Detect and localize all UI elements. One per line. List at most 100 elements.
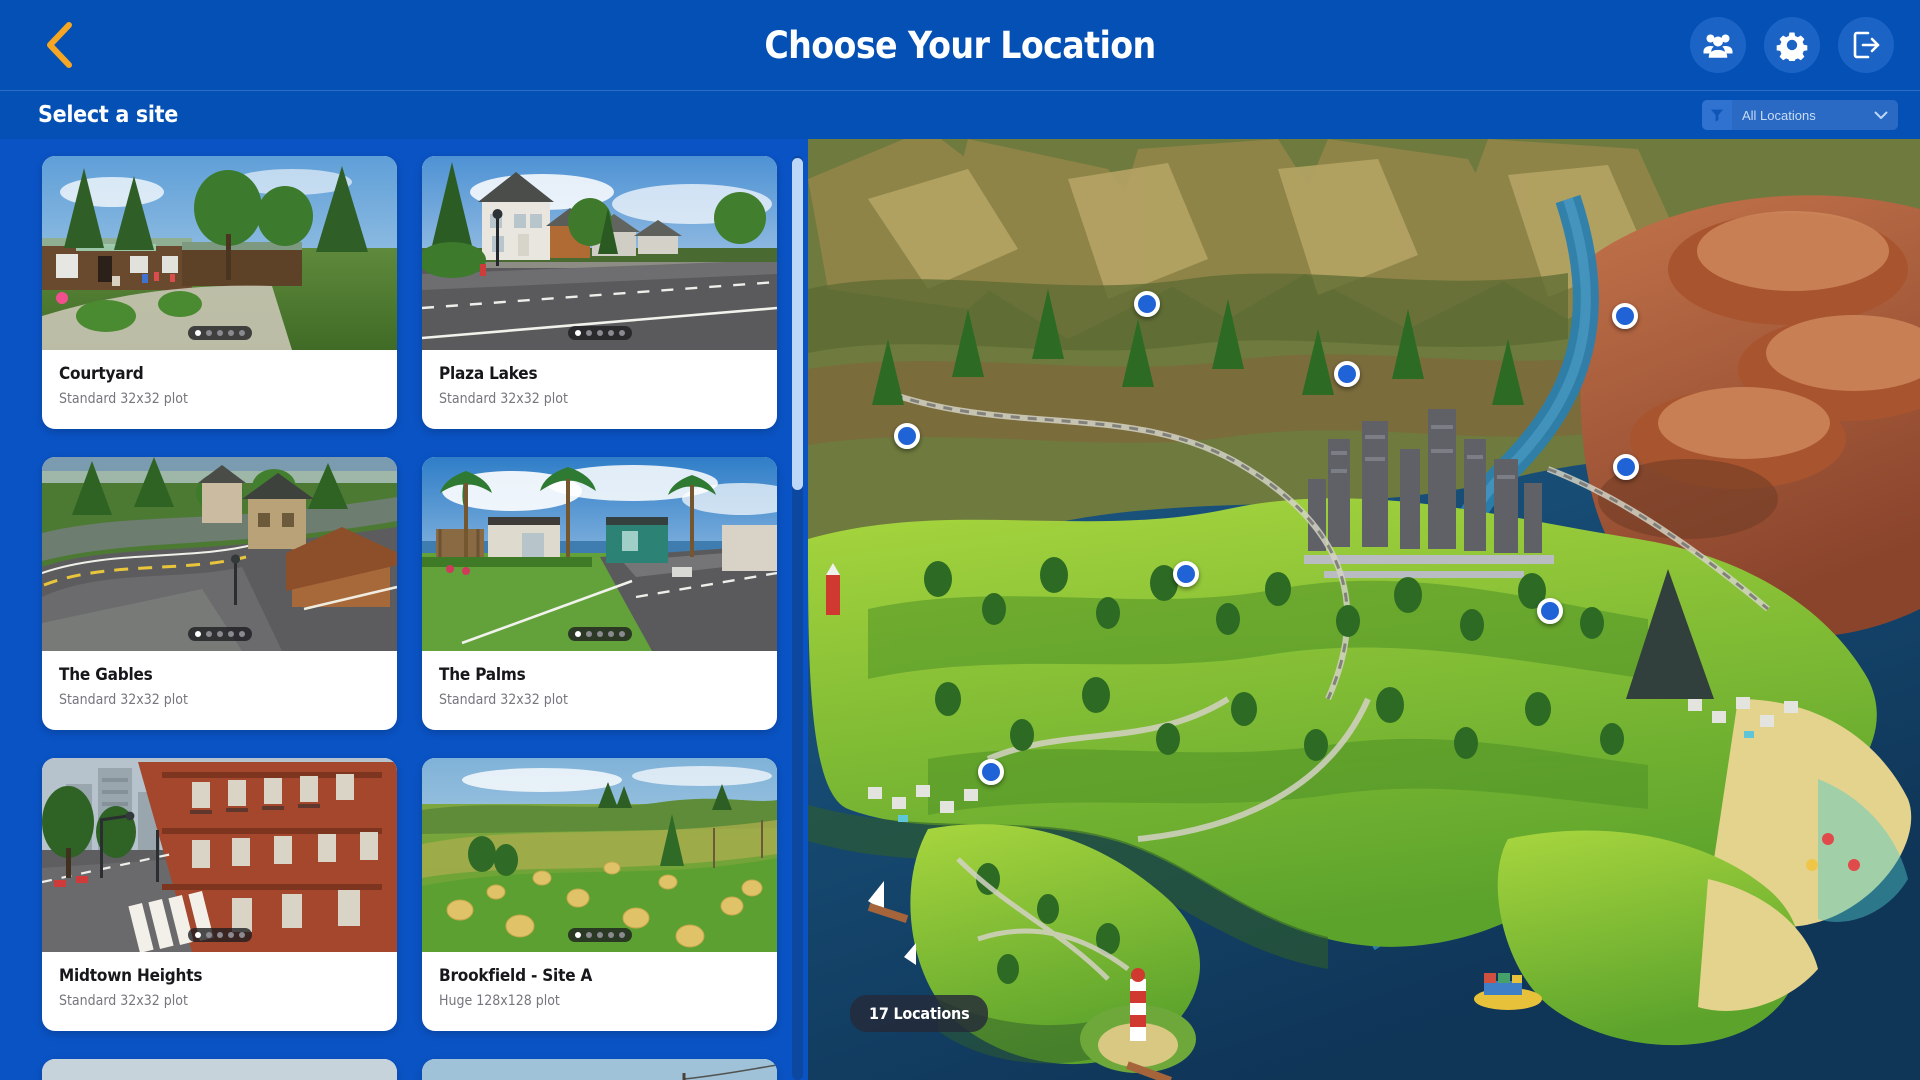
filter-wrap: All Locations <box>1702 100 1898 130</box>
logout-button[interactable] <box>1838 17 1894 73</box>
site-thumbnail <box>422 457 777 651</box>
site-card[interactable]: Midtown Heights Standard 32x32 plot <box>42 758 397 1031</box>
thumbnail-dots[interactable] <box>567 928 632 942</box>
dot[interactable] <box>585 932 592 938</box>
dot[interactable] <box>574 932 581 938</box>
dot[interactable] <box>585 330 592 336</box>
site-thumbnail <box>422 758 777 952</box>
friends-button[interactable] <box>1690 17 1746 73</box>
site-title: The Gables <box>59 665 153 685</box>
site-thumbnail <box>42 457 397 651</box>
dot[interactable] <box>618 330 625 336</box>
map-pin[interactable] <box>893 423 920 450</box>
dot[interactable] <box>216 330 223 336</box>
thumbnail-dots[interactable] <box>567 627 632 641</box>
dot[interactable] <box>227 330 234 336</box>
site-card[interactable]: Plaza Lakes Standard 32x32 plot <box>422 156 777 429</box>
dot[interactable] <box>216 932 223 938</box>
thumbnail-image <box>42 1059 397 1080</box>
dot[interactable] <box>618 932 625 938</box>
dot[interactable] <box>205 330 212 336</box>
dot[interactable] <box>596 932 603 938</box>
site-card[interactable]: Brookfield - Site A Huge 128x128 plot <box>422 758 777 1031</box>
thumbnail-dots[interactable] <box>567 326 632 340</box>
dot[interactable] <box>238 631 245 637</box>
site-cards-scroll-area[interactable]: Courtyard Standard 32x32 plot Plaza Lake… <box>0 139 786 1080</box>
site-card[interactable] <box>42 1059 397 1080</box>
site-card[interactable]: The Palms Standard 32x32 plot <box>422 457 777 730</box>
location-filter-dropdown[interactable]: All Locations <box>1702 100 1898 130</box>
dot[interactable] <box>238 330 245 336</box>
funnel-icon <box>1702 100 1732 130</box>
site-list-scrollbar[interactable] <box>786 139 808 1080</box>
site-thumbnail <box>42 758 397 952</box>
top-bar: Choose Your Location <box>0 0 1920 91</box>
site-subtitle: Standard 32x32 plot <box>59 993 188 1009</box>
thumbnail-dots[interactable] <box>187 326 252 340</box>
dot[interactable] <box>216 631 223 637</box>
dot[interactable] <box>227 932 234 938</box>
thumbnail-dots[interactable] <box>187 627 252 641</box>
dot[interactable] <box>194 631 201 637</box>
settings-button[interactable] <box>1764 17 1820 73</box>
map-pin[interactable] <box>1612 302 1639 329</box>
site-info: Plaza Lakes Standard 32x32 plot <box>422 350 777 407</box>
top-bar-actions <box>1690 17 1894 73</box>
site-subtitle: Standard 32x32 plot <box>59 391 188 407</box>
thumbnail-image <box>42 758 397 952</box>
dot[interactable] <box>596 631 603 637</box>
dot[interactable] <box>585 631 592 637</box>
people-group-icon <box>1702 29 1734 61</box>
site-title: Courtyard <box>59 364 144 384</box>
dot[interactable] <box>607 330 614 336</box>
site-info: Midtown Heights Standard 32x32 plot <box>42 952 397 1009</box>
site-cards-grid: Courtyard Standard 32x32 plot Plaza Lake… <box>42 156 786 1080</box>
site-info: The Palms Standard 32x32 plot <box>422 651 777 708</box>
scrollbar-thumb[interactable] <box>791 158 803 490</box>
map-pin[interactable] <box>978 759 1005 786</box>
map-pin[interactable] <box>1334 361 1361 388</box>
site-thumbnail <box>42 1059 397 1080</box>
map-image <box>808 139 1920 1080</box>
site-title: Brookfield - Site A <box>439 966 593 986</box>
site-title: Plaza Lakes <box>439 364 538 384</box>
site-card[interactable] <box>422 1059 777 1080</box>
body: Courtyard Standard 32x32 plot Plaza Lake… <box>0 139 1920 1080</box>
site-subtitle: Huge 128x128 plot <box>439 993 560 1009</box>
site-subtitle: Standard 32x32 plot <box>59 692 188 708</box>
map-pin[interactable] <box>1173 560 1200 587</box>
gear-icon <box>1776 29 1808 61</box>
dot[interactable] <box>574 330 581 336</box>
dot[interactable] <box>574 631 581 637</box>
dot[interactable] <box>194 330 201 336</box>
map-pin[interactable] <box>1134 290 1161 317</box>
dot[interactable] <box>618 631 625 637</box>
site-card[interactable]: Courtyard Standard 32x32 plot <box>42 156 397 429</box>
site-card[interactable]: The Gables Standard 32x32 plot <box>42 457 397 730</box>
site-thumbnail <box>42 156 397 350</box>
dot[interactable] <box>607 631 614 637</box>
scrollbar-track[interactable] <box>791 156 803 1080</box>
site-thumbnail <box>422 156 777 350</box>
chevron-down-icon <box>1870 111 1898 120</box>
map-pin[interactable] <box>1536 598 1563 625</box>
dot[interactable] <box>194 932 201 938</box>
select-site-label: Select a site <box>38 102 179 128</box>
dot[interactable] <box>205 631 212 637</box>
dot[interactable] <box>607 932 614 938</box>
dot[interactable] <box>227 631 234 637</box>
dot[interactable] <box>596 330 603 336</box>
page-title: Choose Your Location <box>764 23 1156 67</box>
world-map[interactable]: 17 Locations <box>808 139 1920 1080</box>
map-pin[interactable] <box>1613 454 1640 481</box>
thumbnail-image <box>422 1059 777 1080</box>
thumbnail-image <box>422 156 777 350</box>
sub-bar: Select a site All Locations <box>0 91 1920 139</box>
dot[interactable] <box>238 932 245 938</box>
logout-icon <box>1850 29 1882 61</box>
back-button[interactable] <box>22 8 96 82</box>
thumbnail-dots[interactable] <box>187 928 252 942</box>
thumbnail-image <box>422 457 777 651</box>
dot[interactable] <box>205 932 212 938</box>
site-info: Courtyard Standard 32x32 plot <box>42 350 397 407</box>
